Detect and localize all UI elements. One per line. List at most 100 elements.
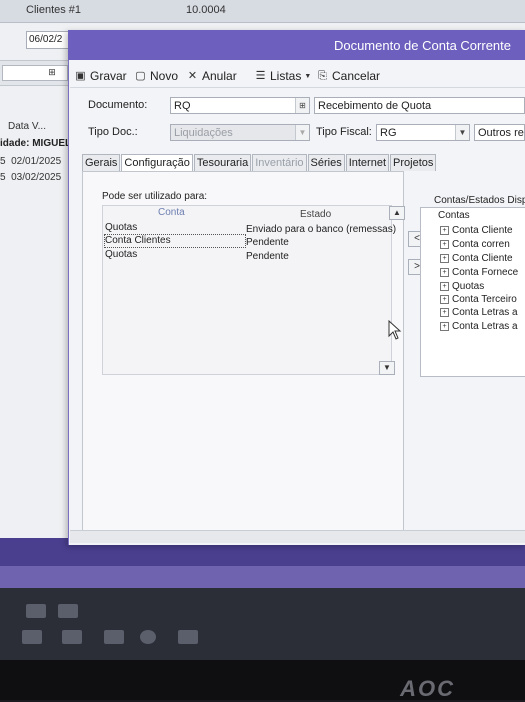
dialog-title: Documento de Conta Corrente <box>333 38 511 53</box>
background-filter-button[interactable]: ⊞ <box>46 66 58 78</box>
tree-node[interactable]: + Conta corren <box>440 239 510 250</box>
tree-node[interactable]: + Quotas <box>440 281 484 292</box>
column-header-estado[interactable]: Estado <box>300 209 331 220</box>
scroll-up-button[interactable]: ▲ <box>389 206 405 220</box>
cancel-button[interactable]: ⎘ Cancelar <box>316 67 380 85</box>
expand-icon[interactable]: + <box>440 240 449 249</box>
expand-icon[interactable]: + <box>440 268 449 277</box>
tab-projetos[interactable]: Projetos <box>390 154 437 171</box>
tree-node-label: Conta Letras a <box>452 321 518 332</box>
tab-gerais[interactable]: Gerais <box>82 154 121 171</box>
list-item-conta[interactable]: Conta Clientes <box>105 235 171 246</box>
row-marker: 5 <box>0 156 6 167</box>
list-item-conta[interactable]: Quotas <box>105 222 137 233</box>
tree-node[interactable]: + Conta Fornece <box>440 267 518 278</box>
background-clients-label: Clientes #1 <box>26 4 82 16</box>
tree-node[interactable]: + Conta Letras a <box>440 321 518 332</box>
available-accounts-header: Contas/Estados Disp <box>434 195 525 206</box>
taskbar-app-icon[interactable] <box>58 604 78 618</box>
documento-label: Documento: <box>88 99 148 111</box>
background-entity-label: idade: MIGUEL <box>0 138 70 149</box>
expand-icon[interactable]: + <box>440 322 449 331</box>
tipo-fiscal-value: RG <box>380 127 397 139</box>
tab-inventario[interactable]: Inventário <box>252 154 307 171</box>
dialog-bottom-edge <box>70 530 525 543</box>
tree-node[interactable]: + Conta Letras a <box>440 307 518 318</box>
expand-icon[interactable]: + <box>440 282 449 291</box>
row-marker: 5 <box>0 172 6 183</box>
new-document-icon: ▢ <box>135 69 146 82</box>
list-item-estado[interactable]: Enviado para o banco (remessas) <box>246 224 396 235</box>
cancel-icon: ⎘ <box>318 69 327 82</box>
chevron-down-icon: ▼ <box>455 125 469 140</box>
background-status-bar <box>0 566 525 588</box>
tree-node-label: Conta Terceiro <box>452 294 517 305</box>
expand-icon[interactable]: + <box>440 226 449 235</box>
tree-root-contas[interactable]: Contas <box>438 210 470 221</box>
background-row[interactable]: 5 03/02/2025 <box>0 172 70 183</box>
row-date: 02/01/2025 <box>11 156 62 167</box>
save-button[interactable]: ▣ Gravar <box>74 67 127 85</box>
tree-node-label: Conta corren <box>452 239 510 250</box>
taskbar-app-icon[interactable] <box>62 630 82 644</box>
new-button[interactable]: ▢ Novo <box>134 67 178 85</box>
taskbar-app-icon[interactable] <box>26 604 46 618</box>
tipo-doc-select[interactable]: Liquidações ▼ <box>170 124 310 141</box>
tab-tesouraria[interactable]: Tesouraria <box>193 154 252 171</box>
taskbar-app-icon[interactable] <box>140 630 156 644</box>
tipo-doc-value: Liquidações <box>174 127 233 139</box>
tree-node-label: Conta Cliente <box>452 225 513 236</box>
tab-internet[interactable]: Internet <box>345 154 390 171</box>
monitor-brand-logo: AOC <box>400 676 455 701</box>
background-column-header: Data V... <box>8 121 46 132</box>
background-clients-value: 10.0004 <box>186 4 226 16</box>
expand-icon[interactable]: + <box>440 308 449 317</box>
save-label: Gravar <box>90 69 127 83</box>
background-row[interactable]: 5 02/01/2025 <box>0 156 70 167</box>
documento-value: RQ <box>174 100 191 112</box>
lookup-icon[interactable]: ⊞ <box>295 98 309 113</box>
list-item-conta[interactable]: Quotas <box>105 249 137 260</box>
cancel-label: Cancelar <box>332 69 381 83</box>
tree-node[interactable]: + Conta Cliente <box>440 225 513 236</box>
mouse-pointer-icon <box>388 320 402 340</box>
documento-field[interactable]: RQ ⊞ <box>170 97 310 114</box>
tree-node[interactable]: + Conta Cliente <box>440 253 513 264</box>
expand-icon[interactable]: + <box>440 254 449 263</box>
taskbar-app-icon[interactable] <box>104 630 124 644</box>
void-icon: ✕ <box>187 69 198 82</box>
tree-node-label: Quotas <box>452 281 485 292</box>
void-label: Anular <box>202 69 237 83</box>
list-item-estado[interactable]: Pendente <box>246 237 289 248</box>
tree-node[interactable]: + Conta Terceiro <box>440 294 517 305</box>
taskbar-app-icon[interactable] <box>22 630 42 644</box>
new-label: Novo <box>150 69 179 83</box>
usage-label: Pode ser utilizado para: <box>102 191 208 202</box>
chevron-down-icon: ▼ <box>304 72 312 80</box>
column-header-conta[interactable]: Conta <box>158 207 185 218</box>
floppy-icon: ▣ <box>75 69 86 82</box>
dialog-tabs: Gerais Configuração Tesouraria Inventári… <box>82 154 437 172</box>
row-date: 03/02/2025 <box>11 172 62 183</box>
tree-node-label: Conta Fornece <box>452 267 519 278</box>
list-icon: ☰ <box>255 69 266 82</box>
taskbar-app-icon[interactable] <box>178 630 198 644</box>
scroll-down-button[interactable]: ▼ <box>379 361 395 375</box>
tipo-doc-label: Tipo Doc.: <box>88 126 138 138</box>
tab-series[interactable]: Séries <box>307 154 345 171</box>
documento-description-field[interactable]: Recebimento de Quota <box>314 97 525 114</box>
tipo-fiscal-select[interactable]: RG ▼ <box>376 124 470 141</box>
void-button[interactable]: ✕ Anular <box>186 67 237 85</box>
lists-button[interactable]: ☰ Listas ▼ <box>254 67 312 85</box>
tipo-fiscal-other-field[interactable]: Outros rec <box>474 124 525 141</box>
background-date-field[interactable]: 06/02/2 <box>26 31 74 49</box>
lists-label: Listas <box>270 69 302 83</box>
background-filter-field[interactable] <box>2 65 68 81</box>
tab-configuracao[interactable]: Configuração <box>121 154 193 171</box>
chevron-down-icon: ▼ <box>295 125 309 140</box>
taskbar <box>0 588 525 660</box>
list-item-estado[interactable]: Pendente <box>246 251 289 262</box>
tree-node-label: Conta Letras a <box>452 307 518 318</box>
tree-node-label: Conta Cliente <box>452 253 513 264</box>
expand-icon[interactable]: + <box>440 295 449 304</box>
